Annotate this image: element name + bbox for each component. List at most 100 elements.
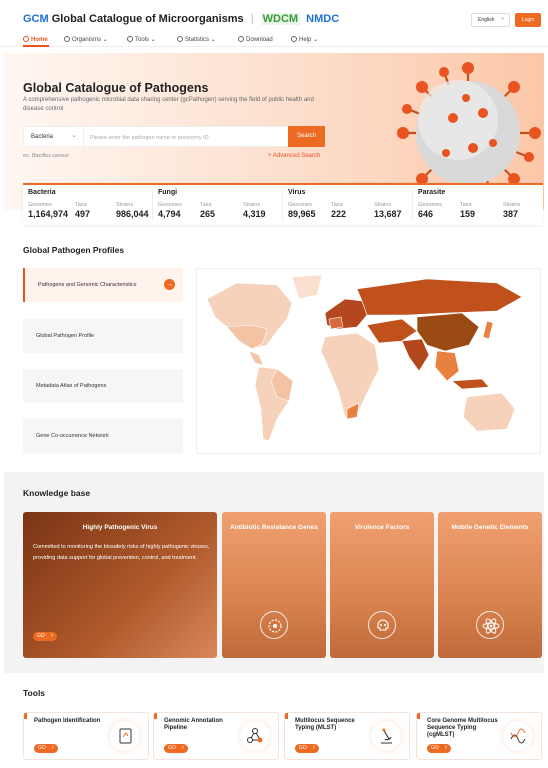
map-australia[interactable] <box>462 392 516 432</box>
hero-title: Global Catalogue of Pathogens <box>23 81 209 95</box>
strains-value: 4,319 <box>243 209 266 219</box>
nav-help[interactable]: Help ⌄ <box>291 36 318 43</box>
profile-item-global-profile[interactable]: Global Pathogen Profile <box>23 319 183 353</box>
stat-name: Parasite <box>418 189 446 196</box>
genomes-value: 89,965 <box>288 209 316 219</box>
tool-title: Pathogen Identification <box>34 718 101 724</box>
go-button[interactable]: GO <box>164 743 188 753</box>
tool-cgmlst[interactable]: Core Genome Multilocus Sequence Typing (… <box>416 712 542 760</box>
help-icon <box>291 36 297 42</box>
nav-organisms[interactable]: Organisms ⌄ <box>64 36 108 43</box>
search-button[interactable]: Search <box>288 126 325 147</box>
network-icon <box>240 721 270 751</box>
kb-card-title: Highly Pathogenic Virus <box>82 524 158 531</box>
profile-item-label: Pathogens and Genomic Characteristics <box>38 282 137 288</box>
go-button[interactable]: GO <box>34 743 58 753</box>
nav-label: Help <box>299 37 312 43</box>
atom-icon <box>476 611 504 639</box>
pathogen-stats: Bacteria Genomes 1,164,974 Taxa 497 Strain… <box>23 183 543 225</box>
world-map-svg <box>206 274 523 442</box>
genomes-value: 1,164,974 <box>28 209 69 219</box>
strains-label: Strains <box>503 202 521 208</box>
kb-card-antibiotic-resistance[interactable]: Antibiotic Resistance Genes <box>222 512 326 658</box>
map-indonesia[interactable] <box>451 378 490 390</box>
stat-virus[interactable]: Virus Genomes 89,965 Taxa 222 Strains 13,68… <box>283 185 412 225</box>
taxa-label: Taxa <box>75 202 87 208</box>
map-southeast-asia[interactable] <box>434 350 460 382</box>
map-middle-east[interactable] <box>366 318 418 344</box>
profile-item-label: Metadata Atlas of Pathogens <box>36 383 107 389</box>
genomes-label: Genomes <box>158 202 182 208</box>
strains-label: Strains <box>116 202 134 208</box>
tool-pathogen-identification[interactable]: Pathogen Identification GO <box>23 712 149 760</box>
map-central-america[interactable] <box>248 350 264 366</box>
genomes-label: Genomes <box>418 202 442 208</box>
nav-statistics[interactable]: Statistics ⌄ <box>177 36 216 43</box>
nav-label: Tools <box>135 37 150 43</box>
stat-fungi[interactable]: Fungi Genomes 4,794 Taxa 265 Strains 4,319 <box>153 185 282 225</box>
logo-gcm: GCM <box>23 13 49 25</box>
download-icon <box>238 36 244 42</box>
search-example: ex. Bacillus cereus <box>23 153 69 159</box>
map-india[interactable] <box>401 338 430 372</box>
go-button[interactable]: GO <box>33 631 57 641</box>
map-russia[interactable] <box>356 278 523 316</box>
stat-parasite[interactable]: Parasite Genomes 646 Taxa 159 Strains 387 <box>413 185 542 225</box>
strains-value: 13,687 <box>374 209 402 219</box>
stat-name: Fungi <box>158 189 178 196</box>
profile-item-label: Global Pathogen Profile <box>36 333 95 339</box>
world-map[interactable] <box>196 268 541 454</box>
map-greenland[interactable] <box>291 274 323 300</box>
nav-home[interactable]: Home <box>23 36 48 43</box>
search-category-select[interactable]: Bacteria <box>24 125 84 148</box>
tool-mlst[interactable]: Multilocus Sequence Typing (MLST) GO <box>284 712 410 760</box>
taxa-label: Taxa <box>460 202 472 208</box>
advanced-search-link[interactable]: + Advanced Search <box>268 153 320 159</box>
map-japan[interactable] <box>482 320 494 340</box>
taxa-value: 222 <box>331 209 347 219</box>
map-china[interactable] <box>416 312 480 352</box>
organisms-icon <box>64 36 70 42</box>
go-button[interactable]: GO <box>295 743 319 753</box>
logo-title: Global Catalogue of Microorganisms <box>51 13 244 25</box>
header: GCM Global Catalogue of Microorganisms |… <box>0 0 548 32</box>
logo-nmdc: NMDC <box>306 13 340 25</box>
statistics-icon <box>177 36 183 42</box>
example-prefix: ex. <box>23 153 31 159</box>
profile-item-gene-network[interactable]: Gene Co-occurrence Network <box>23 419 183 453</box>
nav-tools[interactable]: Tools ⌄ <box>127 36 156 43</box>
tool-title: Multilocus Sequence Typing (MLST) <box>295 718 355 731</box>
profile-item-metadata-atlas[interactable]: Metadata Atlas of Pathogens <box>23 369 183 403</box>
taxa-value: 265 <box>200 209 216 219</box>
logo-separator: | <box>250 13 254 25</box>
kb-card-highly-pathogenic-virus[interactable]: Highly Pathogenic Virus Committed to mon… <box>23 512 217 658</box>
genomes-value: 4,794 <box>158 209 181 219</box>
strains-value: 387 <box>503 209 519 219</box>
nav-label: Download <box>246 37 273 43</box>
kb-card-virulence-factors[interactable]: Virulence Factors <box>330 512 434 658</box>
login-button[interactable]: Login <box>515 13 541 27</box>
kb-card-mobile-genetic-elements[interactable]: Mobile Genetic Elements <box>438 512 542 658</box>
search-input[interactable] <box>90 127 260 148</box>
tool-title: Core Genome Multilocus Sequence Typing (… <box>427 718 498 738</box>
nav-label: Statistics <box>185 37 210 43</box>
map-western-europe[interactable] <box>328 316 344 330</box>
nav-active-underline <box>23 45 49 47</box>
strains-label: Strains <box>243 202 261 208</box>
strains-label: Strains <box>374 202 392 208</box>
go-button[interactable]: GO <box>427 743 451 753</box>
map-africa[interactable] <box>320 332 380 418</box>
knowledge-title: Knowledge base <box>23 488 91 498</box>
tool-genomic-annotation[interactable]: Genomic Annotation Pipeline GO <box>153 712 279 760</box>
tools-title: Tools <box>23 688 46 698</box>
language-select[interactable]: English <box>471 12 510 27</box>
gear-cell-icon <box>260 611 288 639</box>
profile-item-genomic-characteristics[interactable]: Pathogens and Genomic Characteristics → <box>23 268 183 302</box>
example-value[interactable]: Bacillus cereus <box>32 153 69 159</box>
profile-item-label: Gene Co-occurrence Network <box>36 433 109 439</box>
nav-download[interactable]: Download <box>238 36 273 43</box>
strains-value: 986,044 <box>116 209 149 219</box>
stat-bacteria[interactable]: Bacteria Genomes 1,164,974 Taxa 497 Strain… <box>23 185 152 225</box>
taxa-value: 497 <box>75 209 91 219</box>
site-logo[interactable]: GCM Global Catalogue of Microorganisms |… <box>23 13 339 25</box>
